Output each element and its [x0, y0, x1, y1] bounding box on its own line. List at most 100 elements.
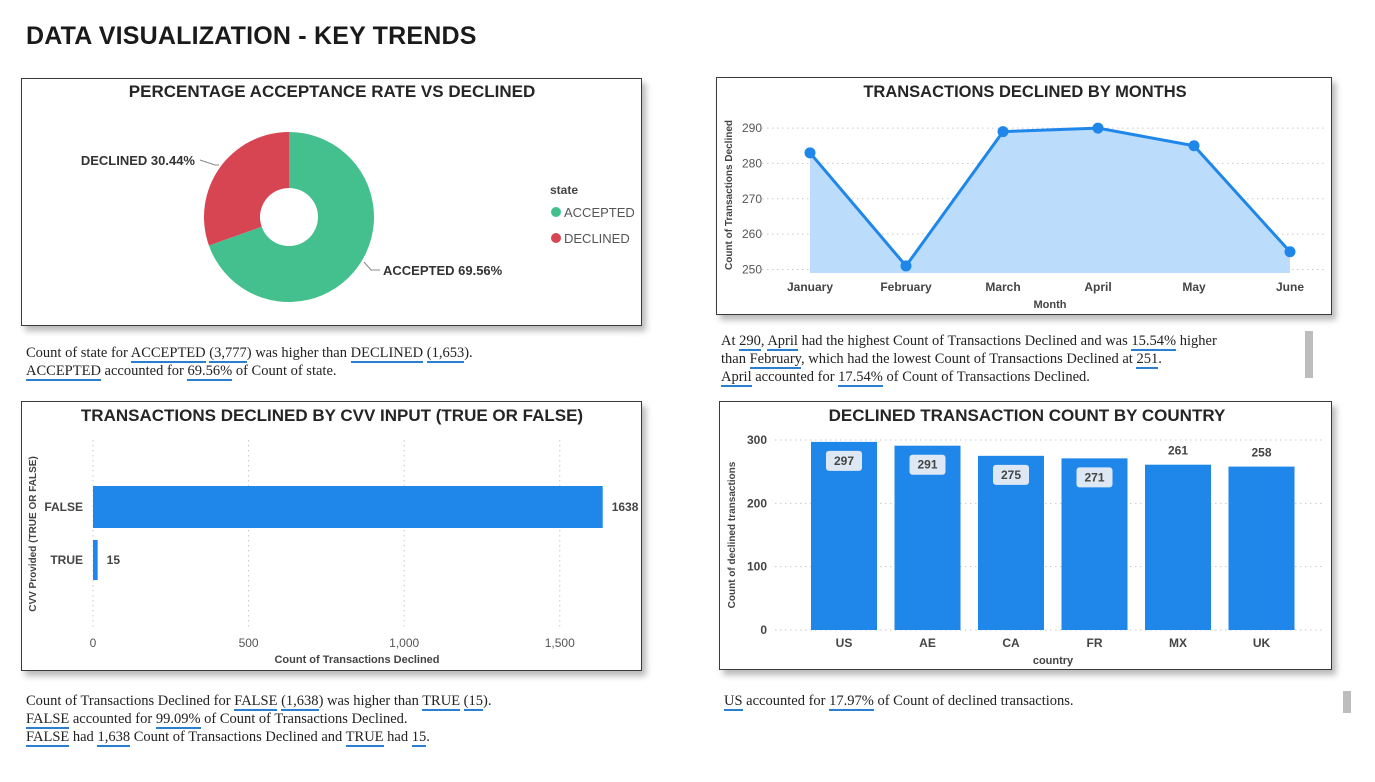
narrative-text: accounted for — [69, 711, 156, 727]
bar-data-label: 1638 — [612, 500, 639, 514]
chart-title: TRANSACTIONS DECLINED BY CVV INPUT (TRUE… — [81, 406, 583, 425]
y-tick-label: 270 — [742, 192, 762, 206]
y-axis-label: Count of declined transactions — [727, 461, 738, 608]
narrative-text: of Count of Transactions Declined. — [200, 711, 408, 727]
bar-mx — [1145, 464, 1211, 630]
narrative-text: ). — [464, 345, 473, 361]
narrative-text: . — [1158, 351, 1162, 367]
x-tick-label: 1,500 — [545, 636, 575, 650]
narrative-text: Count of Transactions Declined for — [26, 693, 235, 709]
bar-uk — [1228, 466, 1295, 630]
narrative-highlight[interactable]: 99.09% — [155, 711, 201, 729]
narrative-highlight[interactable]: April — [721, 369, 752, 387]
narrative-highlight[interactable]: US — [724, 693, 743, 711]
months-narrative-scrollbar[interactable] — [1305, 331, 1313, 378]
donut-slice-declined — [204, 132, 289, 246]
data-point-may — [1188, 140, 1200, 152]
narrative-highlight[interactable]: FALSE — [26, 711, 70, 729]
narrative-highlight[interactable]: (1,653 — [426, 345, 465, 363]
narrative-highlight[interactable]: 15.54% — [1131, 333, 1177, 351]
country-bar-chart: DECLINED TRANSACTION COUNT BY COUNTRY 0 10… — [727, 406, 1325, 667]
narrative-highlight[interactable]: TRUE — [345, 729, 384, 747]
bar-data-label: 261 — [1168, 444, 1188, 458]
bar-data-label: 271 — [1084, 470, 1104, 484]
data-point-january — [804, 147, 816, 159]
legend-item-declined: DECLINED — [564, 231, 630, 246]
data-point-april — [1092, 122, 1104, 134]
narrative-line: FALSE accounted for 99.09% of Count of T… — [26, 710, 626, 729]
y-axis-label: CVV Provided (TRUE OR FALSE) — [28, 456, 39, 612]
x-tick-label: MX — [1169, 636, 1187, 650]
narrative-text: Count of state for — [26, 345, 131, 361]
acceptance-donut-chart: PERCENTAGE ACCEPTANCE RATE VS DECLINED DE… — [81, 82, 635, 302]
bar-data-label: 297 — [834, 454, 854, 468]
chart-title: TRANSACTIONS DECLINED BY MONTHS — [863, 83, 1186, 101]
narrative-text: had — [69, 729, 98, 745]
y-tick-label: 260 — [742, 227, 762, 241]
legend-title: state — [550, 183, 578, 197]
x-tick-label: CA — [1002, 636, 1020, 650]
months-area-card[interactable]: TRANSACTIONS DECLINED BY MONTHS 250 260 270… — [716, 77, 1332, 315]
narrative-highlight[interactable]: ACCEPTED — [130, 345, 206, 363]
x-tick-label: January — [787, 280, 833, 294]
narrative-highlight[interactable]: 1,638 — [97, 729, 131, 747]
narrative-highlight[interactable]: (15 — [463, 693, 484, 711]
narrative-highlight[interactable]: 290 — [739, 333, 761, 351]
cvv-bar-chart: TRANSACTIONS DECLINED BY CVV INPUT (TRUE… — [28, 406, 639, 666]
y-tick-label: 200 — [747, 496, 767, 510]
narrative-highlight[interactable]: FALSE — [234, 693, 278, 711]
narrative-line: April accounted for 17.54% of Count of T… — [721, 368, 1316, 387]
x-tick-label: June — [1276, 280, 1304, 294]
country-narrative-scrollbar[interactable] — [1343, 691, 1351, 713]
narrative-text: than — [721, 351, 750, 367]
data-point-june — [1284, 246, 1296, 258]
narrative-highlight[interactable]: (1,638 — [281, 693, 319, 711]
x-tick-label: April — [1084, 280, 1111, 294]
narrative-highlight[interactable]: February — [749, 351, 801, 369]
narrative-highlight[interactable]: (3,777 — [209, 345, 247, 363]
narrative-highlight[interactable]: ACCEPTED — [26, 363, 101, 381]
accepted-data-label: ACCEPTED 69.56% — [383, 263, 503, 278]
narrative-text: of Count of state. — [232, 363, 337, 379]
country-narrative: US accounted for 17.97% of Count of decl… — [719, 684, 1319, 714]
narrative-highlight[interactable]: 17.54% — [838, 369, 883, 387]
cvv-narrative: Count of Transactions Declined for FALSE… — [22, 684, 626, 748]
narrative-text: , which had the lowest Count of Transact… — [801, 351, 1137, 367]
x-tick-label: 0 — [90, 636, 97, 650]
x-tick-label: May — [1182, 280, 1206, 294]
months-narrative: At 290, April had the highest Count of T… — [716, 326, 1316, 387]
cvv-bar-card[interactable]: TRANSACTIONS DECLINED BY CVV INPUT (TRUE… — [21, 401, 642, 671]
narrative-line: Count of Transactions Declined for FALSE… — [26, 692, 626, 711]
legend-item-accepted: ACCEPTED — [564, 205, 635, 220]
narrative-highlight[interactable]: 17.97% — [829, 693, 874, 711]
accepted-leader-line — [363, 261, 380, 271]
acceptance-donut-card[interactable]: PERCENTAGE ACCEPTANCE RATE VS DECLINED DE… — [21, 78, 642, 326]
area-fill — [810, 128, 1290, 273]
y-axis-label: Count of Transactions Declined — [724, 120, 735, 270]
narrative-highlight[interactable]: April — [767, 333, 798, 351]
bar-data-label: 258 — [1251, 446, 1271, 460]
narrative-line: than February, which had the lowest Coun… — [721, 350, 1316, 369]
narrative-text: had the highest Count of Transactions De… — [797, 333, 1132, 349]
country-bar-card[interactable]: DECLINED TRANSACTION COUNT BY COUNTRY 0 10… — [719, 401, 1332, 670]
x-tick-label: 500 — [239, 636, 259, 650]
narrative-highlight[interactable]: DECLINED — [350, 345, 424, 363]
chart-title: PERCENTAGE ACCEPTANCE RATE VS DECLINED — [129, 82, 535, 101]
y-tick-label: FALSE — [44, 500, 83, 514]
narrative-line: US accounted for 17.97% of Count of decl… — [724, 692, 1319, 711]
narrative-text: had — [383, 729, 412, 745]
narrative-text: Count of Transactions Declined and — [130, 729, 346, 745]
narrative-text: of Count of declined transactions. — [873, 693, 1074, 709]
y-tick-label: TRUE — [50, 553, 83, 567]
y-tick-label: 280 — [742, 156, 762, 170]
narrative-text: accounted for — [751, 369, 839, 385]
narrative-highlight[interactable]: TRUE — [422, 693, 461, 711]
narrative-text: ) was higher than — [246, 345, 351, 361]
narrative-line: ACCEPTED accounted for 69.56% of Count o… — [26, 362, 626, 381]
narrative-highlight[interactable]: FALSE — [26, 729, 70, 747]
y-tick-label: 100 — [747, 560, 767, 574]
narrative-highlight[interactable]: 251 — [1136, 351, 1159, 369]
narrative-highlight[interactable]: 69.56% — [187, 363, 233, 381]
narrative-highlight[interactable]: 15 — [411, 729, 427, 747]
chart-title: DECLINED TRANSACTION COUNT BY COUNTRY — [829, 406, 1226, 425]
